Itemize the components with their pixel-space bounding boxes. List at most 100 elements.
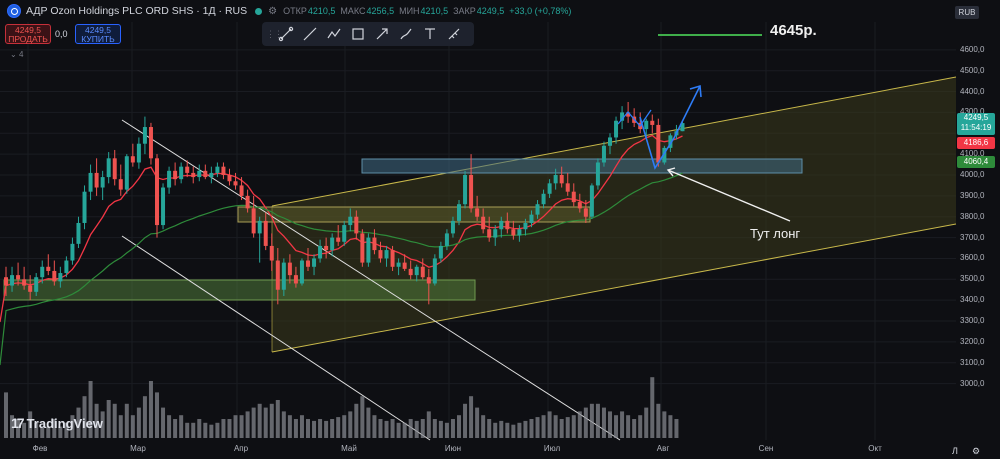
open-label: ОТКР [283, 6, 307, 16]
volume-bar [632, 419, 637, 438]
drawing-toolbar: ⋮⋮ [262, 22, 474, 46]
candle-body [444, 233, 449, 246]
candle-body [481, 216, 486, 230]
candle-body [10, 275, 15, 286]
volume-bar [396, 422, 401, 438]
chart-canvas[interactable] [0, 0, 1000, 459]
candle-body [312, 258, 317, 267]
volume-bar [517, 422, 522, 438]
candle-body [155, 158, 159, 226]
volume-bar [112, 403, 117, 438]
volume-bar [161, 407, 166, 438]
volume-bar [432, 419, 437, 438]
price-scale-label: 4500,0 [960, 65, 985, 75]
candle-body [281, 262, 286, 290]
rectangle-icon[interactable] [346, 22, 370, 46]
ray-icon[interactable] [298, 22, 322, 46]
candle-body [432, 258, 437, 284]
candle-body [185, 166, 190, 173]
volume-bar [499, 420, 504, 438]
volume-bar [342, 415, 347, 438]
candle-body [221, 166, 226, 175]
sell-label: ПРОДАТЬ [8, 34, 48, 44]
time-axis[interactable]: Фев Мар Апр Май Июн Июл Авг Сен Окт [0, 440, 956, 459]
volume-bar [118, 415, 123, 438]
candle-body [58, 273, 63, 282]
tradingview-mark-icon: 17 [11, 415, 25, 431]
log-scale-button[interactable]: Л [952, 446, 958, 456]
candle-body [318, 245, 323, 259]
candle-body [130, 156, 135, 163]
close-value: 4249,5 [476, 6, 505, 16]
high-label: МАКС [340, 6, 366, 16]
volume-bar [209, 424, 214, 438]
candle-body [257, 220, 262, 234]
candle-body [614, 120, 619, 138]
volume-bar [263, 407, 268, 438]
indicators-toggle[interactable]: ⌄ 4 [10, 50, 23, 59]
candle-body [475, 208, 480, 217]
buy-button[interactable]: 4249,5 КУПИТЬ [75, 24, 121, 44]
price-scale[interactable]: 4600,0 4500,0 4400,0 4300,0 4100,0 4000,0 3900… [956, 0, 1000, 440]
sell-button[interactable]: 4249,5 ПРОДАТЬ [5, 24, 51, 44]
volume-bar [620, 411, 625, 438]
ruler-icon[interactable] [442, 22, 466, 46]
volume-bar [215, 422, 220, 438]
volume-bar [420, 419, 425, 438]
volume-bar [167, 415, 172, 438]
candle-body [402, 262, 407, 269]
candle-body [360, 233, 365, 263]
trend-line-icon[interactable] [274, 22, 298, 46]
candle-body [76, 222, 81, 244]
arrow-icon[interactable] [370, 22, 394, 46]
candle-body [142, 127, 147, 144]
volume-bar [511, 424, 516, 438]
volume-bar [348, 411, 353, 438]
volume-bar [306, 419, 310, 438]
price-scale-label: 4400,0 [960, 86, 985, 96]
time-axis-label: Апр [233, 444, 249, 453]
volume-bar [650, 377, 655, 438]
volume-bar [330, 419, 335, 438]
candle-body [553, 175, 558, 184]
candle-body [251, 208, 256, 234]
volume-bar [251, 407, 256, 438]
volume-bar [674, 419, 679, 438]
volume-bar [191, 422, 196, 438]
candle-body [487, 229, 492, 238]
volume-bar [438, 420, 443, 438]
price-scale-label: 3900,0 [960, 190, 985, 200]
candle-body [390, 250, 395, 267]
candle-body [4, 277, 8, 286]
volume-bar [450, 419, 455, 438]
candle-body [366, 237, 371, 263]
candle-body [469, 175, 474, 209]
volume-bar [142, 396, 147, 438]
volume-bar [457, 415, 461, 438]
volume-bar [559, 419, 564, 438]
candle-body [22, 279, 27, 286]
settings-icon[interactable]: ⚙ [268, 6, 277, 17]
volume-bar [354, 403, 359, 438]
candle-body [408, 268, 413, 276]
candle-body [112, 158, 117, 180]
candle-body [293, 275, 298, 284]
gear-icon[interactable]: ⚙ [972, 446, 980, 457]
candle-body [650, 120, 655, 125]
drag-handle-icon[interactable]: ⋮⋮ [266, 29, 283, 40]
candle-body [148, 127, 153, 159]
candle-body [245, 195, 250, 209]
volume-bar [324, 420, 329, 438]
volume-bar [233, 415, 238, 438]
volume-bar [130, 415, 135, 438]
volume-bar [608, 411, 612, 438]
text-icon[interactable] [418, 22, 442, 46]
candle-body [197, 170, 202, 178]
symbol-title[interactable]: АДР Ozon Holdings PLC ORD SHS · 1Д · RUS [26, 5, 247, 17]
path-icon[interactable] [322, 22, 346, 46]
volume-bar [529, 419, 534, 438]
brush-icon[interactable] [394, 22, 418, 46]
candle-body [463, 175, 468, 205]
time-axis-label: Сен [758, 444, 774, 453]
candle-body [269, 245, 274, 261]
